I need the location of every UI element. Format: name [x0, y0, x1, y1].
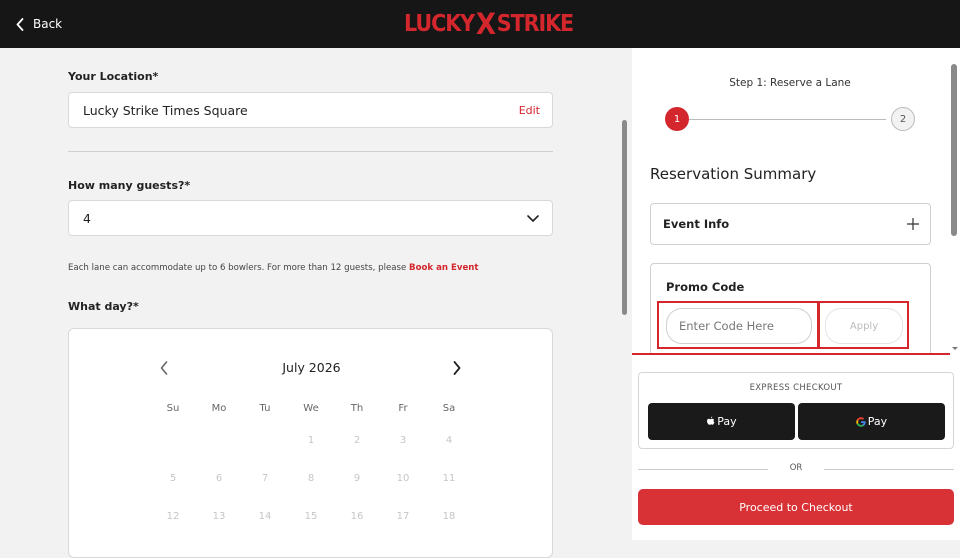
top-header: Back LUCKY X STRIKE	[0, 0, 960, 48]
right-scrollbar[interactable]	[951, 64, 957, 236]
event-info-accordion[interactable]: Event Info	[650, 203, 931, 245]
guests-label: How many guests?*	[68, 179, 191, 192]
weekday-label: We	[303, 403, 319, 414]
calendar-day: 7	[261, 473, 269, 484]
calendar-day: 2	[353, 435, 361, 446]
date-calendar: July 2026 Su Mo Tu We Th Fr Sa 1 2 3 4 5…	[68, 328, 553, 558]
or-divider-left	[638, 469, 768, 470]
proceed-to-checkout-button[interactable]: Proceed to Checkout	[638, 489, 954, 525]
or-label: OR	[789, 463, 803, 473]
apple-pay-button[interactable]: Pay	[648, 403, 795, 440]
calendar-day: 1	[307, 435, 315, 446]
location-value: Lucky Strike Times Square	[83, 102, 248, 118]
scroll-down-arrow-icon[interactable]	[950, 343, 960, 353]
google-pay-button[interactable]: Pay	[798, 403, 945, 440]
google-pay-label: Pay	[867, 415, 888, 428]
form-divider	[68, 151, 553, 152]
promo-code-title: Promo Code	[666, 280, 745, 294]
guests-value: 4	[83, 210, 91, 226]
apply-promo-button[interactable]: Apply	[825, 308, 903, 344]
plus-icon	[907, 218, 919, 230]
weekday-label: Th	[350, 403, 364, 414]
event-info-label: Event Info	[663, 217, 730, 231]
calendar-day: 14	[258, 511, 272, 522]
guests-note: Each lane can accommodate up to 6 bowler…	[68, 263, 479, 273]
calendar-day: 8	[307, 473, 315, 484]
left-scrollbar[interactable]	[622, 120, 627, 315]
step-2-indicator: 2	[891, 107, 915, 131]
calendar-day: 17	[396, 511, 410, 522]
calendar-day: 3	[399, 435, 407, 446]
calendar-day: 6	[215, 473, 223, 484]
calendar-day: 16	[350, 511, 364, 522]
edit-location-link[interactable]: Edit	[519, 104, 540, 117]
book-event-link[interactable]: Book an Event	[409, 263, 479, 273]
step-1-indicator: 1	[665, 107, 689, 131]
guests-note-text: Each lane can accommodate up to 6 bowler…	[68, 263, 410, 273]
calendar-day: 4	[445, 435, 453, 446]
chevron-right-icon[interactable]	[452, 360, 462, 376]
weekday-label: Sa	[442, 403, 456, 414]
guests-select[interactable]: 4	[68, 200, 553, 236]
logo-text-strike: STRIKE	[496, 11, 574, 37]
weekday-label: Fr	[398, 403, 408, 414]
or-divider-right	[824, 469, 954, 470]
calendar-day: 9	[353, 473, 361, 484]
google-g-icon	[856, 416, 866, 427]
calendar-day: 18	[442, 511, 456, 522]
calendar-day: 15	[304, 511, 318, 522]
back-button[interactable]: Back	[16, 15, 62, 33]
location-label: Your Location*	[68, 70, 159, 83]
chevron-down-icon	[527, 215, 539, 222]
logo-text-lucky: LUCKY	[404, 11, 475, 37]
calendar-day: 10	[396, 473, 410, 484]
promo-code-input[interactable]	[666, 308, 812, 344]
weekday-label: Su	[166, 403, 180, 414]
logo-text-x: X	[475, 7, 496, 41]
apple-icon	[707, 416, 715, 425]
location-field[interactable]: Lucky Strike Times Square Edit	[68, 92, 553, 128]
apple-pay-label: Pay	[717, 415, 737, 428]
calendar-day: 13	[212, 511, 226, 522]
weekday-label: Tu	[259, 403, 271, 414]
day-label: What day?*	[68, 300, 139, 313]
chevron-left-icon	[16, 17, 24, 31]
summary-title: Reservation Summary	[650, 165, 817, 183]
express-checkout-label: EXPRESS CHECKOUT	[749, 383, 843, 393]
calendar-day: 11	[442, 473, 456, 484]
calendar-month: July 2026	[282, 360, 341, 375]
back-label: Back	[33, 17, 63, 31]
calendar-day: 12	[166, 511, 180, 522]
step-label: Step 1: Reserve a Lane	[729, 77, 851, 89]
weekday-label: Mo	[211, 403, 227, 414]
calendar-day: 5	[169, 473, 177, 484]
step-progress-line	[689, 119, 886, 120]
lucky-strike-logo[interactable]: LUCKY X STRIKE	[404, 7, 574, 41]
